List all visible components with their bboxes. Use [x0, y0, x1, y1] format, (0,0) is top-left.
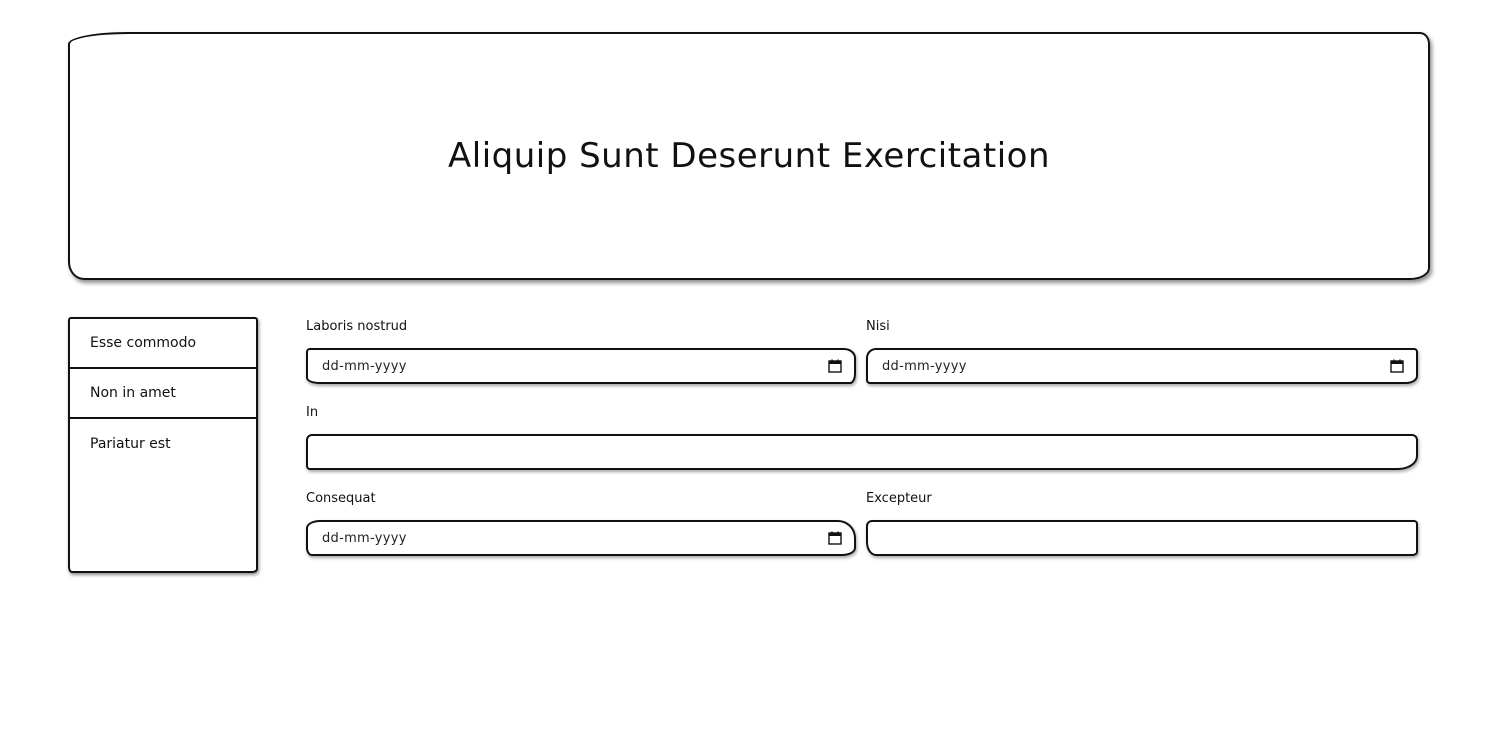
field-label: Nisi — [866, 319, 890, 334]
excepteur-text-input[interactable] — [866, 520, 1418, 556]
laboris-nostrud-date-input[interactable]: dd-mm-yyyy — [306, 348, 856, 384]
page: Aliquip Sunt Deserunt Exercitation Esse … — [0, 0, 1500, 752]
date-placeholder: dd-mm-yyyy — [322, 358, 407, 374]
sidebar-item-pariatur-est[interactable]: Pariatur est — [70, 419, 256, 469]
field-label: Excepteur — [866, 491, 932, 506]
calendar-icon[interactable] — [1390, 359, 1404, 373]
field-label: Laboris nostrud — [306, 319, 408, 334]
field-in: In — [306, 404, 1418, 470]
date-placeholder: dd-mm-yyyy — [322, 530, 407, 546]
consequat-date-input[interactable]: dd-mm-yyyy — [306, 520, 856, 556]
sidebar-item-non-in-amet[interactable]: Non in amet — [70, 369, 256, 419]
nisi-date-input[interactable]: dd-mm-yyyy — [866, 348, 1418, 384]
page-title: Aliquip Sunt Deserunt Exercitation — [447, 136, 1051, 176]
field-label: Consequat — [306, 491, 376, 506]
sidebar-nav: Esse commodo Non in amet Pariatur est — [68, 317, 258, 573]
field-excepteur: Excepteur — [866, 490, 1418, 556]
in-text-input[interactable] — [306, 434, 1418, 470]
sidebar-item-esse-commodo[interactable]: Esse commodo — [70, 319, 256, 369]
calendar-icon[interactable] — [828, 359, 842, 373]
field-label: In — [306, 405, 319, 420]
header-banner: Aliquip Sunt Deserunt Exercitation — [68, 32, 1430, 280]
sidebar-item-label: Esse commodo — [90, 335, 197, 351]
sidebar-item-label: Pariatur est — [90, 436, 171, 452]
calendar-icon[interactable] — [828, 531, 842, 545]
field-laboris-nostrud: Laboris nostrud dd-mm-yyyy — [306, 318, 856, 384]
field-nisi: Nisi dd-mm-yyyy — [866, 318, 1418, 384]
sidebar-item-label: Non in amet — [90, 385, 176, 401]
date-placeholder: dd-mm-yyyy — [882, 358, 967, 374]
field-consequat: Consequat dd-mm-yyyy — [306, 490, 856, 556]
